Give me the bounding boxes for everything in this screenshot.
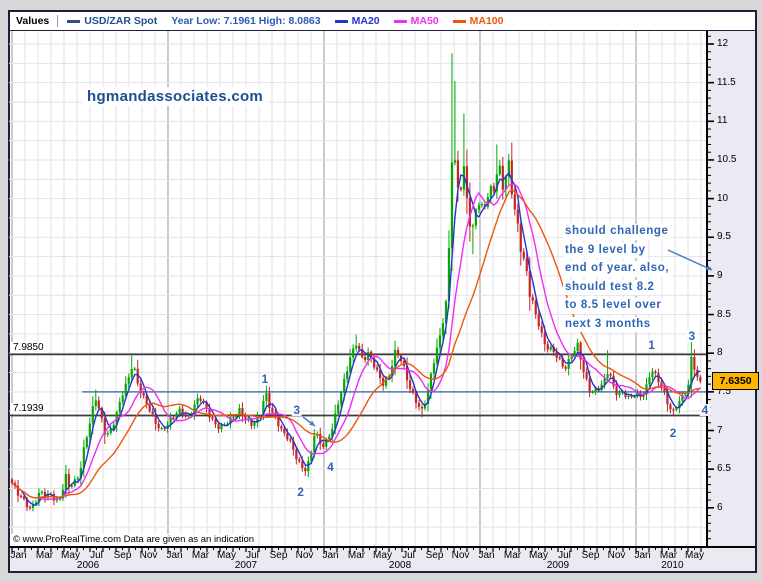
legend-ma100: MA100 (453, 15, 504, 27)
annotation-line: the 9 level by (563, 243, 648, 259)
wave-count-marker-3: 3 (687, 330, 698, 342)
x-axis-month-label: Nov (452, 550, 470, 561)
ma20-legend-label: MA20 (352, 15, 380, 27)
x-axis-year-label: 2009 (547, 560, 569, 571)
spot-legend-dash-icon (67, 20, 80, 23)
x-axis-month-label: Jan (478, 550, 494, 561)
x-axis-month-label: Mar (192, 550, 209, 561)
y-axis-label: 11.5 (717, 77, 736, 88)
annotation-line: to 8.5 level over (563, 298, 664, 314)
copyright-notice: © www.ProRealTime.com Data are given as … (10, 534, 257, 546)
ma100-legend-label: MA100 (470, 15, 504, 27)
x-axis-year-label: 2007 (235, 560, 257, 571)
wave-count-marker-3: 3 (291, 404, 302, 416)
y-axis-label: 7 (717, 425, 723, 436)
page: Values USD/ZAR Spot Year Low: 7.1961 Hig… (0, 0, 762, 582)
y-axis-label: 6.5 (717, 463, 731, 474)
annotation-line: next 3 months (563, 317, 653, 333)
y-axis-label: 9.5 (717, 231, 731, 242)
legend-ma50: MA50 (394, 15, 439, 27)
spot-legend-label: USD/ZAR Spot (84, 15, 157, 27)
x-axis-month-label: Sep (426, 550, 444, 561)
y-axis-label: 6 (717, 502, 723, 513)
x-axis-month-label: Sep (582, 550, 600, 561)
annotation-line: should test 8.2 (563, 280, 657, 296)
watermark: hgmandassociates.com (82, 87, 268, 106)
x-axis-month-label: Nov (608, 550, 626, 561)
legend-ma20: MA20 (335, 15, 380, 27)
values-pane-label: Values (14, 15, 58, 27)
x-axis-year-label: 2010 (661, 560, 683, 571)
annotation-note: should challenge the 9 level by end of yea… (563, 221, 671, 332)
y-axis-label: 10 (717, 193, 728, 204)
y-axis-label: 8.5 (717, 309, 731, 320)
x-axis-month-label: Mar (348, 550, 365, 561)
annotation-line: should challenge (563, 224, 671, 240)
level-label-low: 7.1939 (11, 403, 46, 414)
x-axis-month-label: Jan (10, 550, 26, 561)
y-axis-label: 8 (717, 347, 723, 358)
x-axis-month-label: May (217, 550, 236, 561)
y-axis-label: 12 (717, 38, 728, 49)
y-axis-strip (707, 31, 755, 571)
ma100-legend-dash-icon (453, 20, 466, 23)
chart-header: Values USD/ZAR Spot Year Low: 7.1961 Hig… (8, 10, 757, 31)
x-axis-month-label: Jan (322, 550, 338, 561)
wave-count-marker-1: 1 (646, 339, 657, 351)
year-range-label: Year Low: 7.1961 High: 8.0863 (171, 15, 320, 27)
ma50-legend-label: MA50 (411, 15, 439, 27)
x-axis-month-label: Nov (296, 550, 314, 561)
x-axis-month-label: Sep (114, 550, 132, 561)
ma20-legend-dash-icon (335, 20, 348, 23)
annotation-line: end of year. also, (563, 261, 671, 277)
y-axis-label: 9 (717, 270, 723, 281)
y-axis-label: 10.5 (717, 154, 736, 165)
wave-count-marker-4: 4 (700, 404, 711, 416)
x-axis-month-label: May (685, 550, 704, 561)
ma50-legend-dash-icon (394, 20, 407, 23)
wave-count-marker-1: 1 (260, 373, 271, 385)
x-axis-year-label: 2008 (389, 560, 411, 571)
wave-count-marker-2: 2 (295, 486, 306, 498)
x-axis-month-label: Jan (634, 550, 650, 561)
x-axis-month-label: Nov (140, 550, 158, 561)
x-axis-month-label: Mar (504, 550, 521, 561)
x-axis-month-label: Sep (270, 550, 288, 561)
x-axis-month-label: Jan (166, 550, 182, 561)
y-axis-label: 11 (717, 115, 727, 126)
legend-spot: USD/ZAR Spot (67, 15, 157, 27)
last-price-box: 7.6350 (712, 372, 759, 390)
x-axis-month-label: Mar (36, 550, 53, 561)
wave-count-marker-4: 4 (325, 461, 336, 473)
x-axis-year-label: 2006 (77, 560, 99, 571)
level-label-high: 7.9850 (11, 342, 46, 353)
wave-count-marker-2: 2 (668, 427, 679, 439)
x-axis-month-label: May (529, 550, 548, 561)
